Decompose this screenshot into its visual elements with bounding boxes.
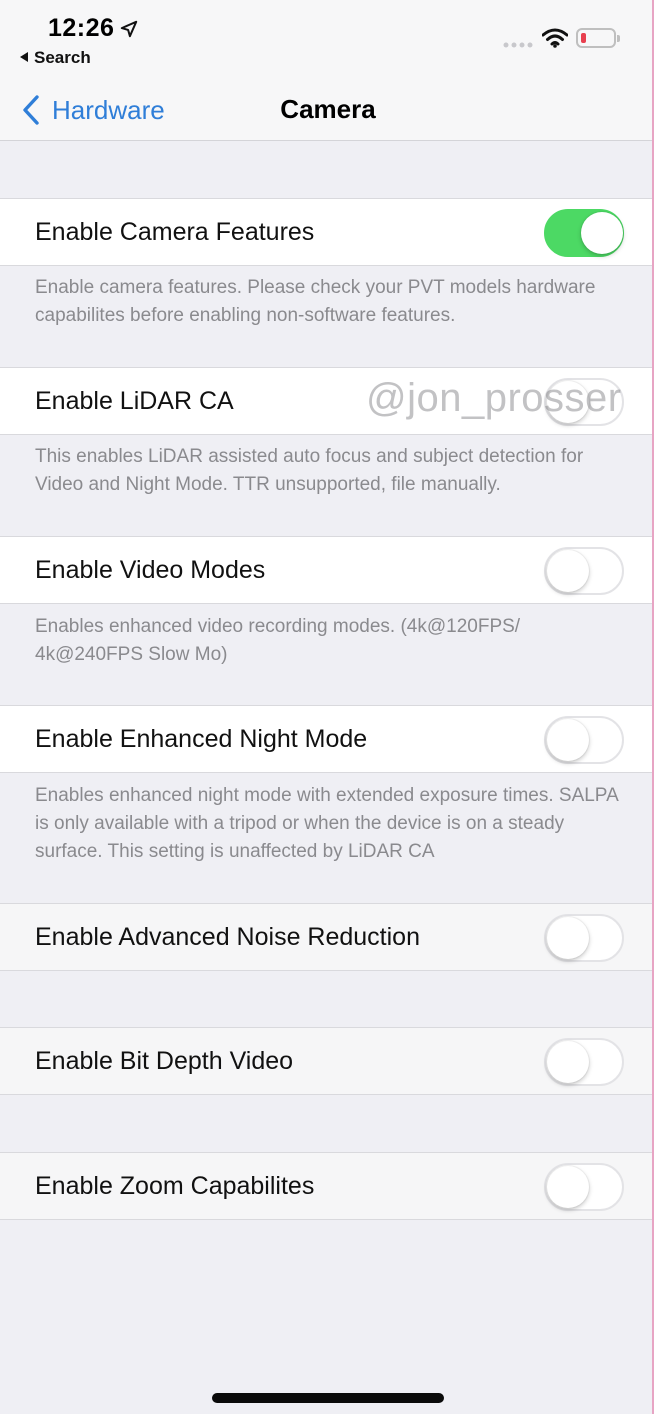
- setting-row-zoom-capabilities[interactable]: Enable Zoom Capabilites: [0, 1152, 654, 1220]
- setting-row-lidar-ca[interactable]: Enable LiDAR CA: [0, 367, 654, 435]
- setting-label: Enable Enhanced Night Mode: [35, 725, 368, 753]
- setting-label: Enable Zoom Capabilites: [35, 1172, 315, 1200]
- setting-footer: Enable camera features. Please check you…: [35, 277, 596, 326]
- toggle-knob: [547, 381, 589, 423]
- toggle-switch[interactable]: [544, 378, 624, 426]
- setting-row-camera-features[interactable]: Enable Camera Features: [0, 198, 654, 266]
- toggle-knob: [547, 550, 589, 592]
- setting-row-enhanced-night-mode[interactable]: Enable Enhanced Night Mode: [0, 705, 654, 773]
- battery-level: [581, 33, 586, 43]
- toggle-knob: [581, 212, 623, 254]
- setting-footer: This enables LiDAR assisted auto focus a…: [35, 446, 584, 495]
- home-indicator[interactable]: [212, 1393, 444, 1403]
- location-arrow-icon: [120, 20, 138, 38]
- setting-label: Enable Video Modes: [35, 556, 266, 584]
- cellular-signal-icon: [503, 42, 533, 48]
- wifi-icon: [542, 28, 568, 48]
- toggle-knob: [547, 917, 589, 959]
- back-app-label: Search: [34, 48, 91, 67]
- setting-label: Enable Advanced Noise Reduction: [35, 923, 420, 951]
- setting-footer: Enables enhanced video recording modes. …: [35, 616, 521, 665]
- toggle-switch[interactable]: [544, 1038, 624, 1086]
- setting-label: Enable Bit Depth Video: [35, 1047, 294, 1075]
- toggle-switch[interactable]: [544, 1163, 624, 1211]
- page-title: Camera: [280, 94, 376, 124]
- back-triangle-icon: [20, 52, 28, 62]
- battery-nub: [617, 35, 620, 42]
- setting-footer: Enables enhanced night mode with extende…: [35, 785, 618, 862]
- setting-label: Enable LiDAR CA: [35, 387, 234, 415]
- battery-icon: [576, 28, 620, 48]
- toggle-switch[interactable]: [544, 716, 624, 764]
- toggle-knob: [547, 1041, 589, 1083]
- status-time: 12:26: [48, 14, 115, 42]
- toggle-switch[interactable]: [544, 914, 624, 962]
- toggle-knob: [547, 719, 589, 761]
- navigation-bar: Hardware Camera: [0, 82, 654, 141]
- setting-row-advanced-noise-reduction[interactable]: Enable Advanced Noise Reduction: [0, 903, 654, 971]
- toggle-switch[interactable]: [544, 209, 624, 257]
- setting-row-video-modes[interactable]: Enable Video Modes: [0, 536, 654, 604]
- setting-label: Enable Camera Features: [35, 218, 315, 246]
- back-to-app-link[interactable]: Search: [20, 48, 91, 68]
- toggle-switch[interactable]: [544, 547, 624, 595]
- setting-row-bit-depth-video[interactable]: Enable Bit Depth Video: [0, 1027, 654, 1095]
- status-bar: 12:26 Search: [0, 0, 654, 82]
- toggle-knob: [547, 1166, 589, 1208]
